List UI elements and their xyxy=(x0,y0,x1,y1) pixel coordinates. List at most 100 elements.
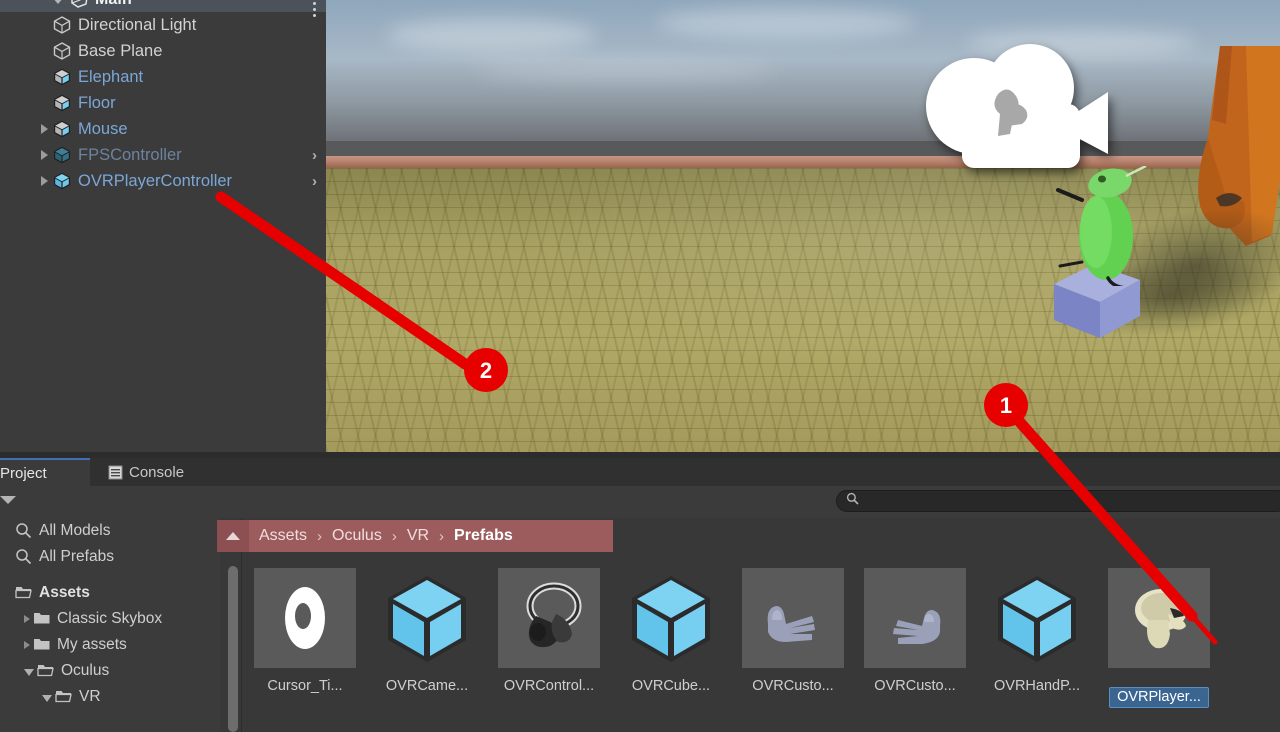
prefab-model-icon xyxy=(52,93,72,113)
prefab-cube-icon[interactable] xyxy=(986,568,1088,668)
hierarchy-item-base-plane[interactable]: Base Plane xyxy=(0,38,326,64)
favorite-all-prefabs[interactable]: All Prefabs xyxy=(0,544,220,570)
favorite-all-models[interactable]: All Models xyxy=(0,518,220,544)
gameobject-icon xyxy=(52,15,72,35)
breadcrumb-parts: Assets › Oculus › VR › Prefabs xyxy=(249,527,513,545)
search-icon xyxy=(846,492,859,510)
breadcrumb-vr[interactable]: VR xyxy=(407,527,429,545)
unity-scene-icon xyxy=(70,0,89,10)
search-input[interactable] xyxy=(865,493,1245,509)
folder-open-icon xyxy=(15,584,33,602)
folder-foldout-icon[interactable] xyxy=(24,669,34,676)
folder-foldout-icon[interactable] xyxy=(24,641,30,649)
breadcrumb-up-button[interactable] xyxy=(217,520,249,552)
breadcrumb-assets[interactable]: Assets xyxy=(259,527,307,545)
asset-name-label: Cursor_Ti... xyxy=(267,678,343,694)
asset-item[interactable]: OVRCusto... xyxy=(854,568,976,695)
breadcrumb-separator: › xyxy=(439,527,445,545)
hierarchy-item-label: Base Plane xyxy=(78,41,163,60)
foldout-arrow-icon[interactable] xyxy=(41,124,48,134)
scene-foldout-icon[interactable] xyxy=(52,0,64,4)
asset-item[interactable]: OVRPlayer... xyxy=(1098,568,1220,713)
hierarchy-panel: Main Directional Light Base Plane Elepha… xyxy=(0,0,326,452)
folder-label: Oculus xyxy=(61,662,110,679)
scene-view[interactable] xyxy=(326,0,1280,452)
chevron-right-icon[interactable]: › xyxy=(312,173,317,190)
tab-console-label: Console xyxy=(129,463,185,481)
folder-my-assets[interactable]: My assets xyxy=(0,632,220,658)
folder-label: Classic Skybox xyxy=(57,610,163,627)
prefab-model-icon xyxy=(52,67,72,87)
asset-name-wrap: OVRCusto... xyxy=(732,677,854,695)
breadcrumb-separator: › xyxy=(317,527,323,545)
project-tree-scrollbar[interactable] xyxy=(228,566,238,732)
breadcrumb-prefabs[interactable]: Prefabs xyxy=(454,527,513,545)
right-hand-mesh-icon[interactable] xyxy=(864,568,966,668)
asset-name-wrap: OVRCame... xyxy=(366,677,488,695)
hierarchy-item-fpscontroller[interactable]: FPSController › xyxy=(0,142,326,168)
favorite-label: All Models xyxy=(39,522,111,539)
scene-name-label: Main xyxy=(95,0,132,9)
folder-open-icon xyxy=(55,688,73,706)
folder-foldout-icon[interactable] xyxy=(24,615,30,623)
folder-foldout-icon[interactable] xyxy=(42,695,52,702)
hierarchy-item-mouse[interactable]: Mouse xyxy=(0,116,326,142)
folder-label: VR xyxy=(79,688,101,705)
hierarchy-item-directional-light[interactable]: Directional Light xyxy=(0,12,326,38)
asset-name-label: OVRCube... xyxy=(631,678,711,694)
asset-item[interactable]: Cursor_Ti... xyxy=(244,568,366,695)
search-input-wrapper[interactable] xyxy=(836,490,1280,512)
project-tree-column: All Models All Prefabs Assets Classic Sk… xyxy=(0,518,220,732)
hierarchy-item-elephant[interactable]: Elephant xyxy=(0,64,326,90)
folder-classic-skybox[interactable]: Classic Skybox xyxy=(0,606,220,632)
left-hand-mesh-icon[interactable] xyxy=(742,568,844,668)
camera-gizmo-icon[interactable] xyxy=(902,32,1112,182)
hierarchy-item-ovrplayercontroller[interactable]: OVRPlayerController › xyxy=(0,168,326,194)
breadcrumb-separator: › xyxy=(391,527,397,545)
project-options-dropdown-icon[interactable] xyxy=(0,496,16,504)
folder-open-icon xyxy=(37,662,55,680)
hierarchy-item-floor[interactable]: Floor xyxy=(0,90,326,116)
hierarchy-item-label: Floor xyxy=(78,93,116,112)
asset-item[interactable]: OVRCame... xyxy=(366,568,488,695)
asset-name-label: OVRCame... xyxy=(385,678,469,694)
favorite-label: All Prefabs xyxy=(39,548,114,565)
asset-name-wrap: OVRCusto... xyxy=(854,677,976,695)
folder-vr[interactable]: VR xyxy=(0,684,220,710)
folder-label: My assets xyxy=(57,636,127,653)
green-character xyxy=(1056,166,1147,286)
asset-item[interactable]: OVRCusto... xyxy=(732,568,854,695)
asset-item[interactable]: OVRCube... xyxy=(610,568,732,695)
hierarchy-list: Directional Light Base Plane Elephant Fl… xyxy=(0,12,326,194)
folder-oculus[interactable]: Oculus xyxy=(0,658,220,684)
breadcrumb-oculus[interactable]: Oculus xyxy=(332,527,382,545)
folder-label: Assets xyxy=(39,584,90,601)
player-controller-mesh-icon[interactable] xyxy=(1108,568,1210,668)
asset-name-wrap: Cursor_Ti... xyxy=(244,677,366,695)
prefab-model-icon xyxy=(52,119,72,139)
asset-item[interactable]: OVRHandP... xyxy=(976,568,1098,695)
project-tabstrip: Project Console xyxy=(0,458,1280,486)
asset-name-wrap: OVRControl... xyxy=(488,677,610,695)
asset-name-label: OVRControl... xyxy=(503,678,595,694)
foldout-arrow-icon[interactable] xyxy=(41,150,48,160)
prefab-cube-icon[interactable] xyxy=(620,568,722,668)
asset-name-label: OVRHandP... xyxy=(994,678,1080,694)
assets-folder-tree: Assets Classic Skybox My assets Oculus V… xyxy=(0,580,220,710)
prefab-cube-icon[interactable] xyxy=(376,568,478,668)
chevron-right-icon[interactable]: › xyxy=(312,147,317,164)
vr-controller-mesh-icon[interactable] xyxy=(498,568,600,668)
prefab-icon xyxy=(52,171,72,191)
torus-mesh-icon[interactable] xyxy=(254,568,356,668)
folder-assets[interactable]: Assets xyxy=(0,580,220,606)
asset-name-wrap: OVRPlayer... xyxy=(1098,677,1220,713)
hierarchy-scene-header[interactable]: Main xyxy=(0,0,326,17)
tab-project[interactable]: Project xyxy=(0,458,90,486)
asset-name-wrap: OVRHandP... xyxy=(976,677,1098,695)
foldout-arrow-icon[interactable] xyxy=(41,176,48,186)
hierarchy-item-label: Elephant xyxy=(78,67,144,86)
hierarchy-item-label: Mouse xyxy=(78,119,128,138)
asset-item[interactable]: OVRControl... xyxy=(488,568,610,695)
unity-editor-window: Main Directional Light Base Plane Elepha… xyxy=(0,0,1280,732)
tab-console[interactable]: Console xyxy=(90,458,224,486)
